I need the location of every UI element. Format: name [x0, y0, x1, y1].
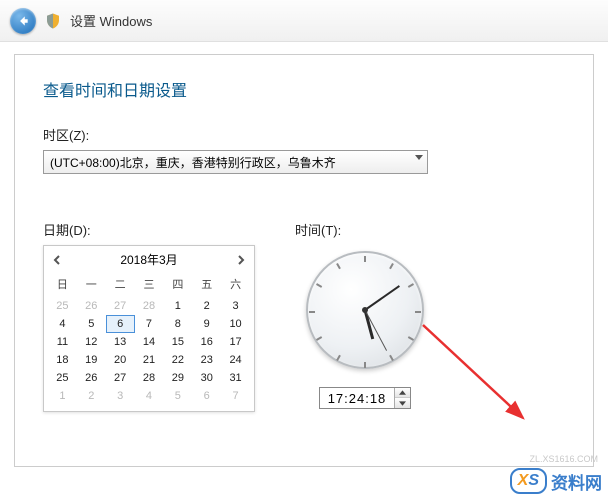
- watermark: XS 资料网: [510, 468, 602, 494]
- calendar-day[interactable]: 3: [221, 297, 250, 315]
- calendar-day-next[interactable]: 5: [163, 387, 192, 405]
- time-decrement-button[interactable]: [395, 398, 410, 408]
- calendar-day[interactable]: 18: [48, 351, 77, 369]
- calendar-day[interactable]: 25: [48, 369, 77, 387]
- calendar-day[interactable]: 13: [106, 333, 135, 351]
- calendar-day[interactable]: 31: [221, 369, 250, 387]
- calendar-month-title: 2018年3月: [120, 251, 177, 268]
- calendar-day[interactable]: 21: [135, 351, 164, 369]
- calendar-day-prev[interactable]: 26: [77, 297, 106, 315]
- calendar-day-next[interactable]: 6: [192, 387, 221, 405]
- settings-panel: 查看时间和日期设置 时区(Z): (UTC+08:00)北京，重庆，香港特别行政…: [14, 54, 594, 467]
- titlebar: 设置 Windows: [0, 0, 608, 42]
- calendar-day[interactable]: 8: [163, 315, 192, 333]
- calendar-day[interactable]: 27: [106, 369, 135, 387]
- calendar-day[interactable]: 6: [106, 315, 135, 333]
- clock-pivot: [362, 307, 368, 313]
- page-heading: 查看时间和日期设置: [43, 77, 565, 101]
- calendar-day[interactable]: 14: [135, 333, 164, 351]
- calendar-day[interactable]: 17: [221, 333, 250, 351]
- calendar-day[interactable]: 19: [77, 351, 106, 369]
- time-label: 时间(T):: [295, 220, 435, 239]
- watermark-url: ZL.XS1616.COM: [529, 454, 598, 464]
- clock-face: [306, 251, 424, 369]
- calendar-day[interactable]: 1: [163, 297, 192, 315]
- calendar-day[interactable]: 29: [163, 369, 192, 387]
- time-input[interactable]: 17:24:18: [319, 387, 412, 409]
- calendar-day[interactable]: 20: [106, 351, 135, 369]
- minute-hand: [364, 285, 400, 311]
- calendar-dow: 二: [106, 274, 135, 297]
- analog-clock: [306, 251, 424, 369]
- calendar-day-next[interactable]: 4: [135, 387, 164, 405]
- calendar-day[interactable]: 26: [77, 369, 106, 387]
- timezone-dropdown[interactable]: (UTC+08:00)北京，重庆，香港特别行政区，乌鲁木齐: [43, 150, 428, 174]
- calendar-day-prev[interactable]: 27: [106, 297, 135, 315]
- calendar-prev-button[interactable]: [52, 254, 62, 264]
- calendar-dow: 日: [48, 274, 77, 297]
- time-spinner: [394, 388, 410, 408]
- calendar-day-next[interactable]: 2: [77, 387, 106, 405]
- calendar-day[interactable]: 30: [192, 369, 221, 387]
- time-value[interactable]: 17:24:18: [320, 391, 395, 406]
- calendar-day[interactable]: 7: [135, 315, 164, 333]
- calendar-day[interactable]: 2: [192, 297, 221, 315]
- calendar-dow: 一: [77, 274, 106, 297]
- calendar-day[interactable]: 15: [163, 333, 192, 351]
- arrow-left-icon: [16, 14, 30, 28]
- calendar-dow: 五: [192, 274, 221, 297]
- calendar-day[interactable]: 11: [48, 333, 77, 351]
- calendar-day[interactable]: 28: [135, 369, 164, 387]
- calendar-day-next[interactable]: 7: [221, 387, 250, 405]
- calendar-next-button[interactable]: [236, 254, 246, 264]
- calendar-day[interactable]: 22: [163, 351, 192, 369]
- calendar-dow: 六: [221, 274, 250, 297]
- calendar-header: 2018年3月: [44, 246, 254, 272]
- calendar: 2018年3月 日一二三四五六2526272812345678910111213…: [43, 245, 255, 412]
- calendar-day[interactable]: 10: [221, 315, 250, 333]
- back-button[interactable]: [10, 8, 36, 34]
- calendar-day[interactable]: 24: [221, 351, 250, 369]
- calendar-dow: 三: [135, 274, 164, 297]
- timezone-value: (UTC+08:00)北京，重庆，香港特别行政区，乌鲁木齐: [50, 154, 336, 171]
- calendar-day[interactable]: 16: [192, 333, 221, 351]
- calendar-day-next[interactable]: 3: [106, 387, 135, 405]
- calendar-day-prev[interactable]: 25: [48, 297, 77, 315]
- calendar-day[interactable]: 9: [192, 315, 221, 333]
- watermark-text: 资料网: [551, 469, 602, 494]
- time-section: 时间(T): 17:24:18: [295, 220, 435, 412]
- watermark-badge: XS: [510, 468, 547, 494]
- dropdown-arrow-icon: [415, 155, 423, 160]
- calendar-day[interactable]: 23: [192, 351, 221, 369]
- calendar-day-next[interactable]: 1: [48, 387, 77, 405]
- date-label: 日期(D):: [43, 220, 255, 239]
- timezone-label: 时区(Z):: [43, 125, 565, 144]
- shield-icon: [44, 12, 62, 30]
- calendar-day[interactable]: 12: [77, 333, 106, 351]
- calendar-day-prev[interactable]: 28: [135, 297, 164, 315]
- calendar-dow: 四: [163, 274, 192, 297]
- window-title: 设置 Windows: [70, 11, 152, 30]
- date-section: 日期(D): 2018年3月 日一二三四五六252627281234567891…: [43, 220, 255, 412]
- calendar-grid: 日一二三四五六252627281234567891011121314151617…: [44, 272, 254, 411]
- calendar-day[interactable]: 4: [48, 315, 77, 333]
- calendar-day[interactable]: 5: [77, 315, 106, 333]
- time-increment-button[interactable]: [395, 388, 410, 398]
